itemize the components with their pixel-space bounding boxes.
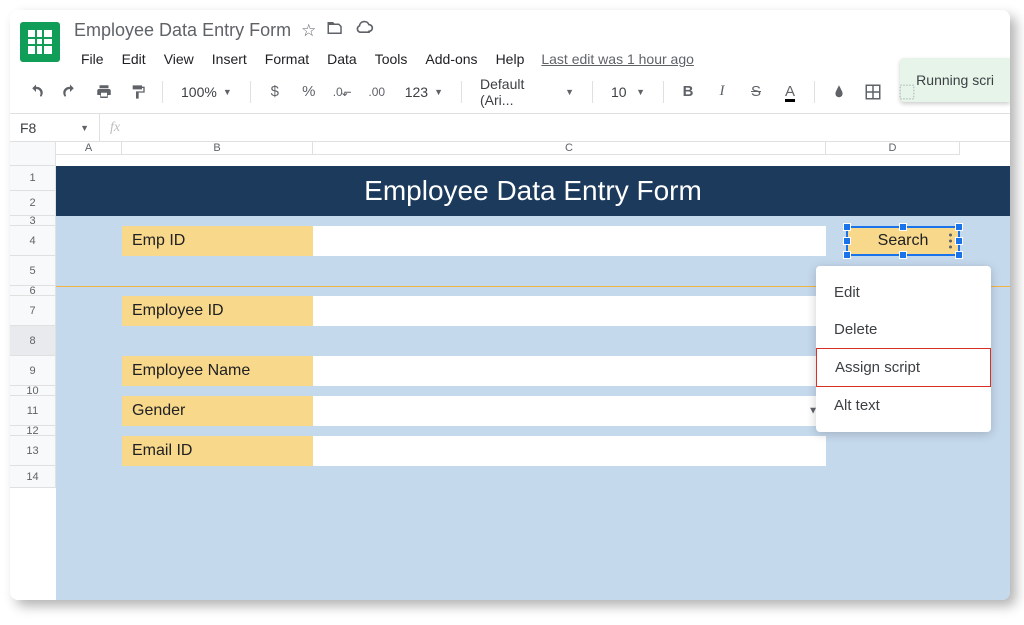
- fx-label: fx: [100, 120, 130, 136]
- row-header-14[interactable]: 14: [10, 466, 55, 488]
- row-header-7[interactable]: 7: [10, 296, 55, 326]
- context-edit[interactable]: Edit: [816, 274, 991, 311]
- name-box-row: F8 ▼ fx: [10, 114, 1010, 142]
- menu-addons[interactable]: Add-ons: [418, 47, 484, 71]
- row-header-6[interactable]: 6: [10, 286, 55, 296]
- select-all-corner[interactable]: [10, 142, 56, 166]
- menu-bar: File Edit View Insert Format Data Tools …: [74, 47, 1000, 71]
- zoom-select[interactable]: 100%▼: [173, 80, 240, 104]
- cloud-status-icon[interactable]: [354, 18, 374, 43]
- employee-name-input[interactable]: [313, 356, 826, 386]
- star-icon[interactable]: ☆: [301, 21, 316, 41]
- col-header-a[interactable]: A: [56, 142, 122, 155]
- font-select[interactable]: Default (Ari...▼: [472, 72, 582, 112]
- row-header-12[interactable]: 12: [10, 426, 55, 436]
- italic-button[interactable]: I: [708, 78, 736, 106]
- row-header-10[interactable]: 10: [10, 386, 55, 396]
- toolbar: 100%▼ $ % .0⬐ .00 123▼ Default (Ari...▼ …: [10, 70, 1010, 114]
- email-id-input[interactable]: [313, 436, 826, 466]
- merge-button[interactable]: [893, 78, 921, 106]
- undo-button[interactable]: [22, 78, 50, 106]
- sheets-logo[interactable]: [20, 22, 60, 62]
- borders-button[interactable]: [859, 78, 887, 106]
- employee-name-label: Employee Name: [122, 356, 313, 386]
- text-color-button[interactable]: A: [776, 78, 804, 106]
- row-header-1[interactable]: 1: [10, 166, 55, 191]
- paint-format-button[interactable]: [124, 78, 152, 106]
- bold-button[interactable]: B: [674, 78, 702, 106]
- more-formats-select[interactable]: 123▼: [397, 80, 451, 104]
- employee-id-input[interactable]: [313, 296, 826, 326]
- print-button[interactable]: [90, 78, 118, 106]
- fill-color-button[interactable]: [825, 78, 853, 106]
- currency-button[interactable]: $: [261, 78, 289, 106]
- context-assign-script[interactable]: Assign script: [816, 348, 991, 387]
- emp-id-label: Emp ID: [122, 226, 313, 256]
- column-headers: A B C D: [56, 142, 1010, 155]
- row-header-9[interactable]: 9: [10, 356, 55, 386]
- row-header-2[interactable]: 2: [10, 191, 55, 216]
- row-headers: 1 2 3 4 5 6 7 8 9 10 11 12 13 14: [10, 166, 56, 488]
- emp-id-input[interactable]: [313, 226, 826, 256]
- font-size-select[interactable]: 10▼: [603, 80, 653, 104]
- email-id-label: Email ID: [122, 436, 313, 466]
- row-header-5[interactable]: 5: [10, 256, 55, 286]
- context-alt-text[interactable]: Alt text: [816, 387, 991, 424]
- decrease-decimal-button[interactable]: .0⬐: [329, 78, 357, 106]
- name-box[interactable]: F8 ▼: [10, 114, 100, 141]
- row-header-11[interactable]: 11: [10, 396, 55, 426]
- redo-button[interactable]: [56, 78, 84, 106]
- sheet-area: 1 2 3 4 5 6 7 8 9 10 11 12 13 14 A B C: [10, 142, 1010, 600]
- document-title[interactable]: Employee Data Entry Form: [74, 20, 291, 41]
- increase-decimal-button[interactable]: .00: [363, 78, 391, 106]
- employee-id-label: Employee ID: [122, 296, 313, 326]
- move-icon[interactable]: [326, 19, 344, 42]
- menu-help[interactable]: Help: [489, 47, 532, 71]
- drawing-menu-icon[interactable]: [949, 234, 952, 249]
- toast-text: Running scri: [916, 72, 994, 88]
- menu-data[interactable]: Data: [320, 47, 364, 71]
- grid-body[interactable]: Employee Data Entry Form Emp ID Search: [56, 166, 1010, 600]
- last-edit-link[interactable]: Last edit was 1 hour ago: [541, 51, 694, 67]
- row-header-4[interactable]: 4: [10, 226, 55, 256]
- menu-edit[interactable]: Edit: [115, 47, 153, 71]
- gender-select[interactable]: ▼: [313, 396, 826, 426]
- menu-tools[interactable]: Tools: [368, 47, 415, 71]
- form-title-cell: Employee Data Entry Form: [56, 166, 1010, 216]
- col-header-c[interactable]: C: [313, 142, 826, 155]
- col-header-d[interactable]: D: [826, 142, 960, 155]
- row-header-13[interactable]: 13: [10, 436, 55, 466]
- gender-label: Gender: [122, 396, 313, 426]
- document-header: Employee Data Entry Form ☆ File Edit Vie…: [10, 10, 1010, 70]
- menu-view[interactable]: View: [157, 47, 201, 71]
- col-header-b[interactable]: B: [122, 142, 313, 155]
- context-delete[interactable]: Delete: [816, 311, 991, 348]
- strikethrough-button[interactable]: S: [742, 78, 770, 106]
- search-button[interactable]: Search: [846, 226, 960, 256]
- context-menu: Edit Delete Assign script Alt text: [816, 266, 991, 432]
- menu-file[interactable]: File: [74, 47, 111, 71]
- menu-format[interactable]: Format: [258, 47, 316, 71]
- menu-insert[interactable]: Insert: [205, 47, 254, 71]
- row-header-3[interactable]: 3: [10, 216, 55, 226]
- percent-button[interactable]: %: [295, 78, 323, 106]
- row-header-8[interactable]: 8: [10, 326, 55, 356]
